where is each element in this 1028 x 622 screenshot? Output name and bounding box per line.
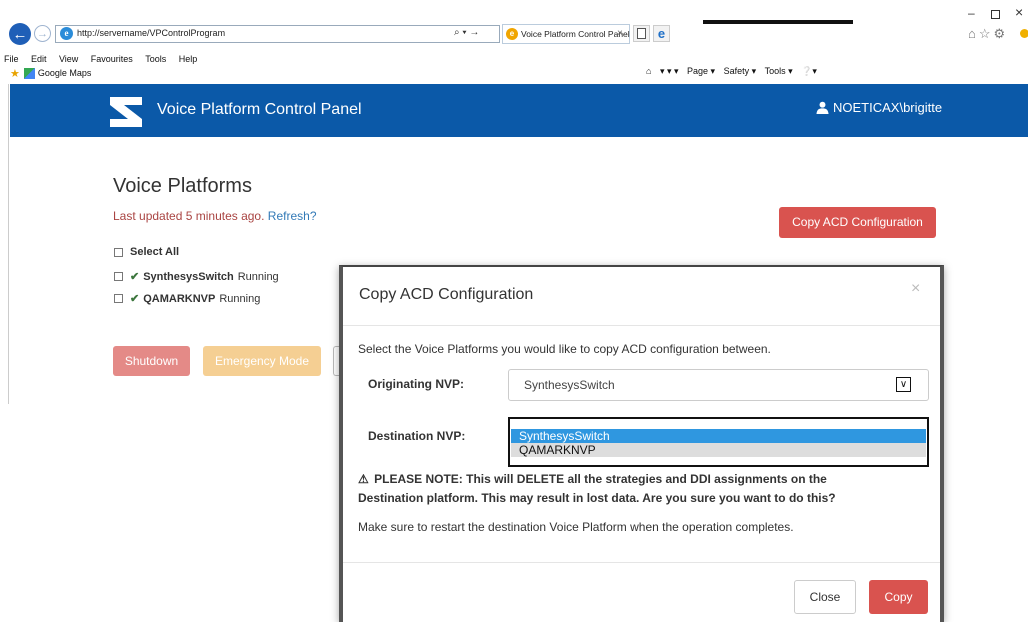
copy-acd-configuration-button[interactable]: Copy ACD Configuration — [779, 207, 936, 238]
command-bar: ⌂ ▾ ▾ ▾ Page ▾ Safety ▾ Tools ▾ ❔▾ — [646, 66, 817, 77]
check-mark-icon: ✔ — [130, 293, 140, 305]
platform-name: QAMARKNVP — [143, 292, 216, 305]
originating-nvp-value: SynthesysSwitch — [524, 378, 615, 392]
home-favorites-settings-icons[interactable]: ⌂☆⚙ — [968, 26, 1008, 42]
smiley-icon[interactable] — [1020, 29, 1028, 38]
warning-line-2: Destination platform. This may result in… — [358, 491, 836, 505]
last-updated: Last updated 5 minutes ago. Refresh? — [113, 209, 317, 223]
platform-row[interactable]: ✔ QAMARKNVP Running — [114, 292, 260, 305]
tools-menu[interactable]: Tools ▾ — [765, 66, 793, 76]
home-icon[interactable]: ⌂ — [646, 66, 651, 76]
user-menu[interactable]: NOETICAX\brigitte — [816, 100, 942, 115]
app-logo-icon — [110, 97, 142, 127]
redaction-bar — [703, 20, 853, 24]
check-mark-icon: ✔ — [130, 271, 140, 283]
modal-title: Copy ACD Configuration — [359, 286, 534, 303]
destination-nvp-label: Destination NVP: — [368, 429, 466, 443]
edge-logo-icon[interactable]: e — [653, 25, 670, 42]
page-left-border — [8, 84, 9, 404]
modal-close-icon[interactable]: × — [911, 280, 920, 298]
app-header: Voice Platform Control Panel NOETICAX\br… — [10, 84, 1028, 137]
browser-chrome: ← → e http://servername/VPControlProgram… — [0, 0, 1028, 84]
menu-view[interactable]: View — [59, 54, 78, 64]
modal-footer-divider — [343, 562, 940, 563]
favorites-star-icon[interactable]: ★ — [10, 67, 20, 80]
chevron-down-icon[interactable]: ∨ — [896, 377, 911, 392]
select-all-row[interactable]: Select All — [114, 246, 179, 258]
close-button[interactable]: Close — [794, 580, 856, 614]
platform-status: Running — [237, 270, 279, 283]
destination-option-synthesysswitch[interactable]: SynthesysSwitch — [511, 429, 926, 443]
tab-title: Voice Platform Control Panel — [521, 29, 630, 39]
window-close-icon[interactable]: × — [1015, 4, 1023, 20]
delete-warning: ⚠ PLEASE NOTE: This will DELETE all the … — [358, 470, 938, 508]
select-all-label: Select All — [130, 246, 180, 258]
select-all-checkbox[interactable] — [114, 247, 123, 257]
page-menu[interactable]: Page ▾ — [687, 66, 715, 76]
originating-nvp-label: Originating NVP: — [368, 377, 464, 391]
tab-favicon-icon: e — [506, 28, 518, 40]
copy-acd-modal: Copy ACD Configuration × Select the Voic… — [339, 265, 944, 622]
menu-file[interactable]: File — [4, 54, 19, 64]
platform-row[interactable]: ✔ SynthesysSwitch Running — [114, 270, 279, 283]
warning-line-1: PLEASE NOTE: This will DELETE all the st… — [374, 472, 827, 486]
originating-nvp-select[interactable]: SynthesysSwitch ∨ — [508, 369, 929, 401]
platform-name: SynthesysSwitch — [143, 270, 234, 283]
shutdown-button[interactable]: Shutdown — [113, 346, 190, 376]
address-bar[interactable]: e http://servername/VPControlProgram ⌕ ▾… — [55, 25, 500, 43]
copy-button[interactable]: Copy — [869, 580, 928, 614]
url-text: http://servername/VPControlProgram — [77, 28, 226, 38]
user-icon — [816, 101, 829, 114]
destination-option-qamarknvp[interactable]: QAMARKNVP — [511, 443, 926, 457]
favorites-bar: ★ Google Maps — [10, 66, 91, 80]
destination-nvp-listbox[interactable]: SynthesysSwitch QAMARKNVP — [508, 417, 929, 467]
new-tab-button[interactable] — [633, 25, 650, 42]
ie-logo-icon: e — [60, 27, 73, 40]
warning-triangle-icon: ⚠ — [358, 472, 369, 486]
modal-header-divider — [343, 325, 940, 326]
page-title: Voice Platforms — [113, 175, 252, 197]
restart-note: Make sure to restart the destination Voi… — [358, 520, 794, 534]
emergency-mode-button[interactable]: Emergency Mode — [203, 346, 321, 376]
refresh-link[interactable]: Refresh? — [268, 209, 317, 223]
app-title: Voice Platform Control Panel — [157, 101, 362, 118]
minimize-icon[interactable]: – — [968, 6, 975, 20]
menu-tools[interactable]: Tools — [145, 54, 166, 64]
browser-tab[interactable]: e Voice Platform Control Panel × — [502, 24, 630, 44]
search-go-icons[interactable]: ⌕ ▾ → — [454, 27, 479, 38]
username: NOETICAX\brigitte — [833, 100, 943, 115]
google-maps-icon — [23, 67, 35, 79]
modal-description: Select the Voice Platforms you would lik… — [358, 342, 771, 356]
help-dropdown[interactable]: ▾ — [812, 66, 817, 76]
platform-checkbox[interactable] — [114, 294, 123, 303]
favorite-google-maps[interactable]: Google Maps — [38, 68, 92, 78]
safety-menu[interactable]: Safety ▾ — [724, 66, 757, 76]
menu-bar: File Edit View Favourites Tools Help — [4, 49, 205, 64]
platform-checkbox[interactable] — [114, 272, 123, 281]
forward-arrow-icon[interactable]: → — [34, 25, 51, 42]
platform-status: Running — [219, 292, 261, 305]
maximize-icon[interactable] — [991, 10, 1000, 19]
feeds-mail-print-icons[interactable]: ▾ ▾ ▾ — [660, 66, 679, 76]
menu-help[interactable]: Help — [179, 54, 198, 64]
back-arrow-icon[interactable]: ← — [9, 23, 31, 45]
last-updated-text: Last updated 5 minutes ago. — [113, 209, 265, 223]
tab-close-icon[interactable]: × — [617, 28, 623, 39]
help-icon[interactable]: ❔ — [801, 66, 812, 76]
menu-edit[interactable]: Edit — [31, 54, 47, 64]
new-tab-icon — [637, 28, 646, 39]
menu-favourites[interactable]: Favourites — [91, 54, 133, 64]
